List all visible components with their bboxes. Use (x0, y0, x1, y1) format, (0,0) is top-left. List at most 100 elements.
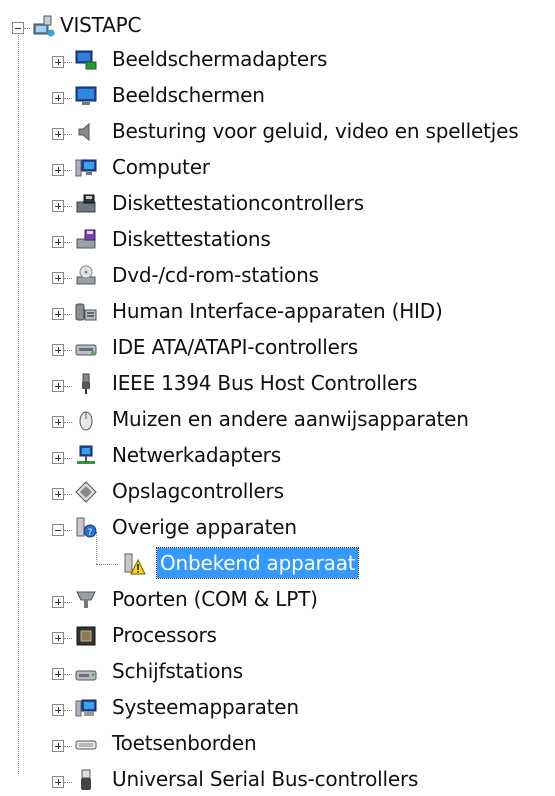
tree-node-category[interactable]: IDE ATA/ATAPI-controllers (0, 330, 555, 364)
mouse-icon (79, 411, 93, 431)
tree-node-category[interactable]: Schijfstations (0, 654, 555, 688)
expand-icon[interactable] (52, 308, 64, 320)
tree-node-category[interactable]: IEEE 1394 Bus Host Controllers (0, 366, 555, 400)
tree-node-category[interactable]: Beeldschermadapters (0, 42, 555, 76)
firewire-plug-icon (82, 373, 90, 394)
tree-node-category[interactable]: Opslagcontrollers (0, 474, 555, 508)
tree-node-label: Besturing voor geluid, video en spelletj… (112, 119, 519, 143)
tree-node-category[interactable]: Universal Serial Bus-controllers (0, 762, 555, 796)
processor-icon (76, 626, 96, 646)
tree-node-child[interactable]: Onbekend apparaat (0, 546, 555, 580)
expand-icon[interactable] (52, 740, 64, 752)
tree-line-h (64, 494, 72, 495)
tree-node-label: Opslagcontrollers (112, 479, 284, 503)
tree-line-h (64, 638, 72, 639)
tree-line-h (64, 386, 72, 387)
tree-node-category[interactable]: Poorten (COM & LPT) (0, 582, 555, 616)
ide-controller-icon (75, 344, 97, 356)
tree-line-h (64, 710, 72, 711)
tree-node-label: Diskettestations (112, 227, 271, 251)
tree-node-label: Netwerkadapters (112, 443, 281, 467)
expand-icon[interactable] (52, 596, 64, 608)
tree-node-category[interactable]: ? Overige apparaten (0, 510, 555, 544)
port-icon (76, 591, 96, 608)
expand-icon[interactable] (52, 416, 64, 428)
keyboard-icon (75, 740, 97, 750)
expand-icon[interactable] (52, 128, 64, 140)
tree-line-h (64, 242, 72, 243)
tree-node-category[interactable]: Muizen en andere aanwijsapparaten (0, 402, 555, 436)
tree-node-label: IDE ATA/ATAPI-controllers (112, 335, 358, 359)
tree-line-h (64, 134, 72, 135)
tree-line-h (64, 314, 72, 315)
hid-device-icon (75, 303, 97, 321)
tree-node-label: Computer (112, 155, 210, 179)
tree-node-label: Schijfstations (112, 659, 243, 683)
expand-icon[interactable] (52, 272, 64, 284)
tree-line-h (64, 62, 72, 63)
expand-icon[interactable] (52, 632, 64, 644)
tree-node-label: Processors (112, 623, 217, 647)
tree-node-category[interactable]: Systeemapparaten (0, 690, 555, 724)
computer-network-icon (33, 15, 55, 37)
collapse-icon[interactable] (12, 22, 24, 34)
tree-node-category[interactable]: Dvd-/cd-rom-stations (0, 258, 555, 292)
tree-line-h (64, 350, 72, 351)
tree-node-category[interactable]: Processors (0, 618, 555, 652)
tree-node-category[interactable]: Computer (0, 150, 555, 184)
tree-line-h (64, 674, 72, 675)
tree-line-h (64, 530, 72, 531)
network-adapter-icon (77, 445, 95, 464)
tree-line-h (64, 170, 72, 171)
expand-icon[interactable] (52, 704, 64, 716)
tree-node-label: VISTAPC (60, 13, 142, 37)
usb-plug-icon (81, 769, 91, 790)
tree-node-category[interactable]: Diskettestations (0, 222, 555, 256)
tree-line-h (64, 98, 72, 99)
collapse-icon[interactable] (52, 524, 64, 536)
tree-node-category[interactable]: Beeldschermen (0, 78, 555, 112)
floppy-controller-icon (76, 194, 96, 213)
tree-node-category[interactable]: Toetsenborden (0, 726, 555, 760)
floppy-drive-icon (76, 229, 96, 249)
tree-node-label: Toetsenborden (112, 731, 257, 755)
tree-node-label: Human Interface-apparaten (HID) (112, 299, 443, 323)
speaker-icon (78, 122, 90, 142)
tree-node-label: Diskettestationcontrollers (112, 191, 364, 215)
expand-icon[interactable] (52, 92, 64, 104)
tree-node-category[interactable]: Netwerkadapters (0, 438, 555, 472)
tree-line-h (64, 278, 72, 279)
monitor-icon (75, 86, 97, 105)
tree-node-category[interactable]: Diskettestationcontrollers (0, 186, 555, 220)
expand-icon[interactable] (52, 452, 64, 464)
tree-node-label: Beeldschermadapters (112, 47, 328, 71)
expand-icon[interactable] (52, 56, 64, 68)
storage-controller-icon (75, 481, 97, 503)
expand-icon[interactable] (52, 488, 64, 500)
expand-icon[interactable] (52, 164, 64, 176)
tree-node-category[interactable]: Human Interface-apparaten (HID) (0, 294, 555, 328)
cdrom-drive-icon (76, 265, 96, 285)
tree-node-root[interactable]: VISTAPC (0, 8, 555, 42)
expand-icon[interactable] (52, 344, 64, 356)
expand-icon[interactable] (52, 236, 64, 248)
unknown-device-icon: ? (76, 517, 97, 538)
svg-text:?: ? (88, 528, 93, 538)
tree-line-h (64, 746, 72, 747)
tree-node-label: Systeemapparaten (112, 695, 299, 719)
expand-icon[interactable] (52, 668, 64, 680)
tree-line-h (64, 458, 72, 459)
tree-node-label: Dvd-/cd-rom-stations (112, 263, 319, 287)
disk-drive-icon (75, 670, 97, 681)
tree-node-category[interactable]: Besturing voor geluid, video en spelletj… (0, 114, 555, 148)
tree-line-h (64, 602, 72, 603)
device-tree: VISTAPC Beeldschermadapters Beeldschermen… (0, 0, 555, 793)
tree-node-label: Poorten (COM & LPT) (112, 587, 318, 611)
computer-icon (75, 159, 97, 177)
expand-icon[interactable] (52, 776, 64, 788)
expand-icon[interactable] (52, 380, 64, 392)
tree-node-label: Beeldschermen (112, 83, 265, 107)
expand-icon[interactable] (52, 200, 64, 212)
tree-node-label: Overige apparaten (112, 515, 297, 539)
tree-line-h (64, 782, 72, 783)
